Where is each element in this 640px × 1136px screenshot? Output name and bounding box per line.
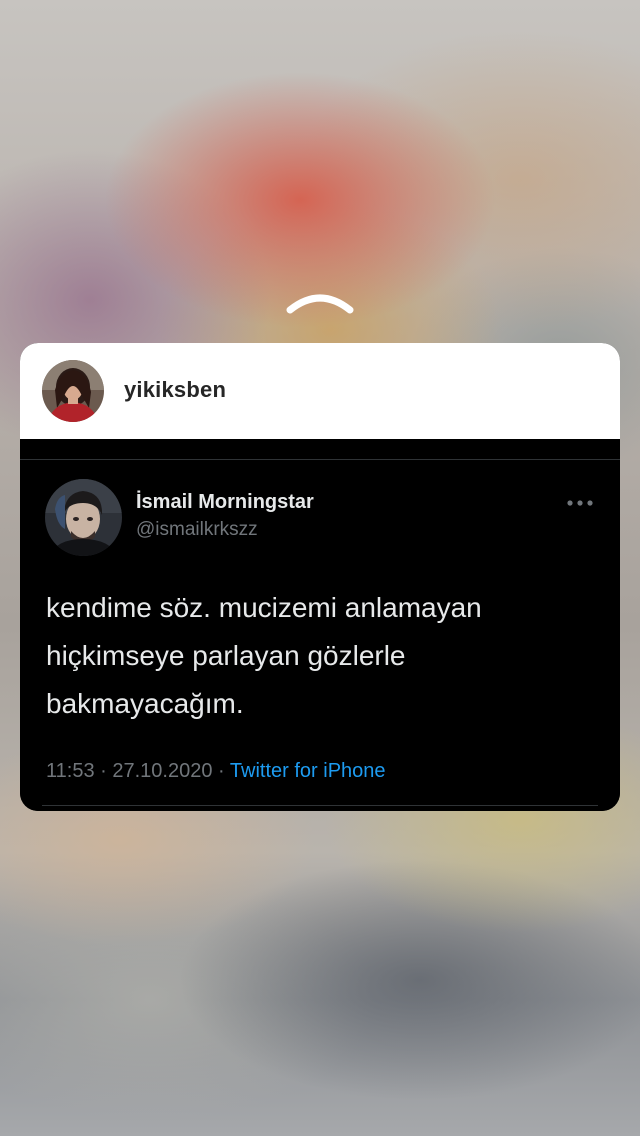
- chevron-up-icon[interactable]: [284, 288, 356, 316]
- meta-separator: ·: [100, 760, 107, 782]
- poster-avatar[interactable]: [42, 360, 104, 422]
- story-header: yikiksben: [20, 343, 620, 439]
- tweet-author-avatar[interactable]: [45, 479, 122, 556]
- meta-separator: ·: [218, 760, 225, 782]
- tweet-display-name[interactable]: İsmail Morningstar: [136, 491, 314, 514]
- tweet-meta: 11:53 · 27.10.2020 · Twitter for iPhone: [46, 760, 386, 783]
- divider: [20, 459, 620, 460]
- tweet-source-link[interactable]: Twitter for iPhone: [230, 760, 386, 782]
- tweet-text: kendime söz. mucizemi anlamayan hiçkimse…: [46, 592, 482, 719]
- more-icon[interactable]: [566, 497, 594, 509]
- tweet-handle[interactable]: @ismailkrkszz: [136, 519, 258, 541]
- embedded-tweet: İsmail Morningstar @ismailkrkszz kendime…: [20, 439, 620, 811]
- poster-username[interactable]: yikiksben: [124, 377, 226, 403]
- tweet-date: 27.10.2020: [112, 760, 213, 782]
- shared-post-card[interactable]: yikiksben İsmail Morningstar @ismailkrks…: [20, 343, 620, 811]
- divider: [42, 805, 598, 806]
- tweet-time: 11:53: [46, 760, 95, 782]
